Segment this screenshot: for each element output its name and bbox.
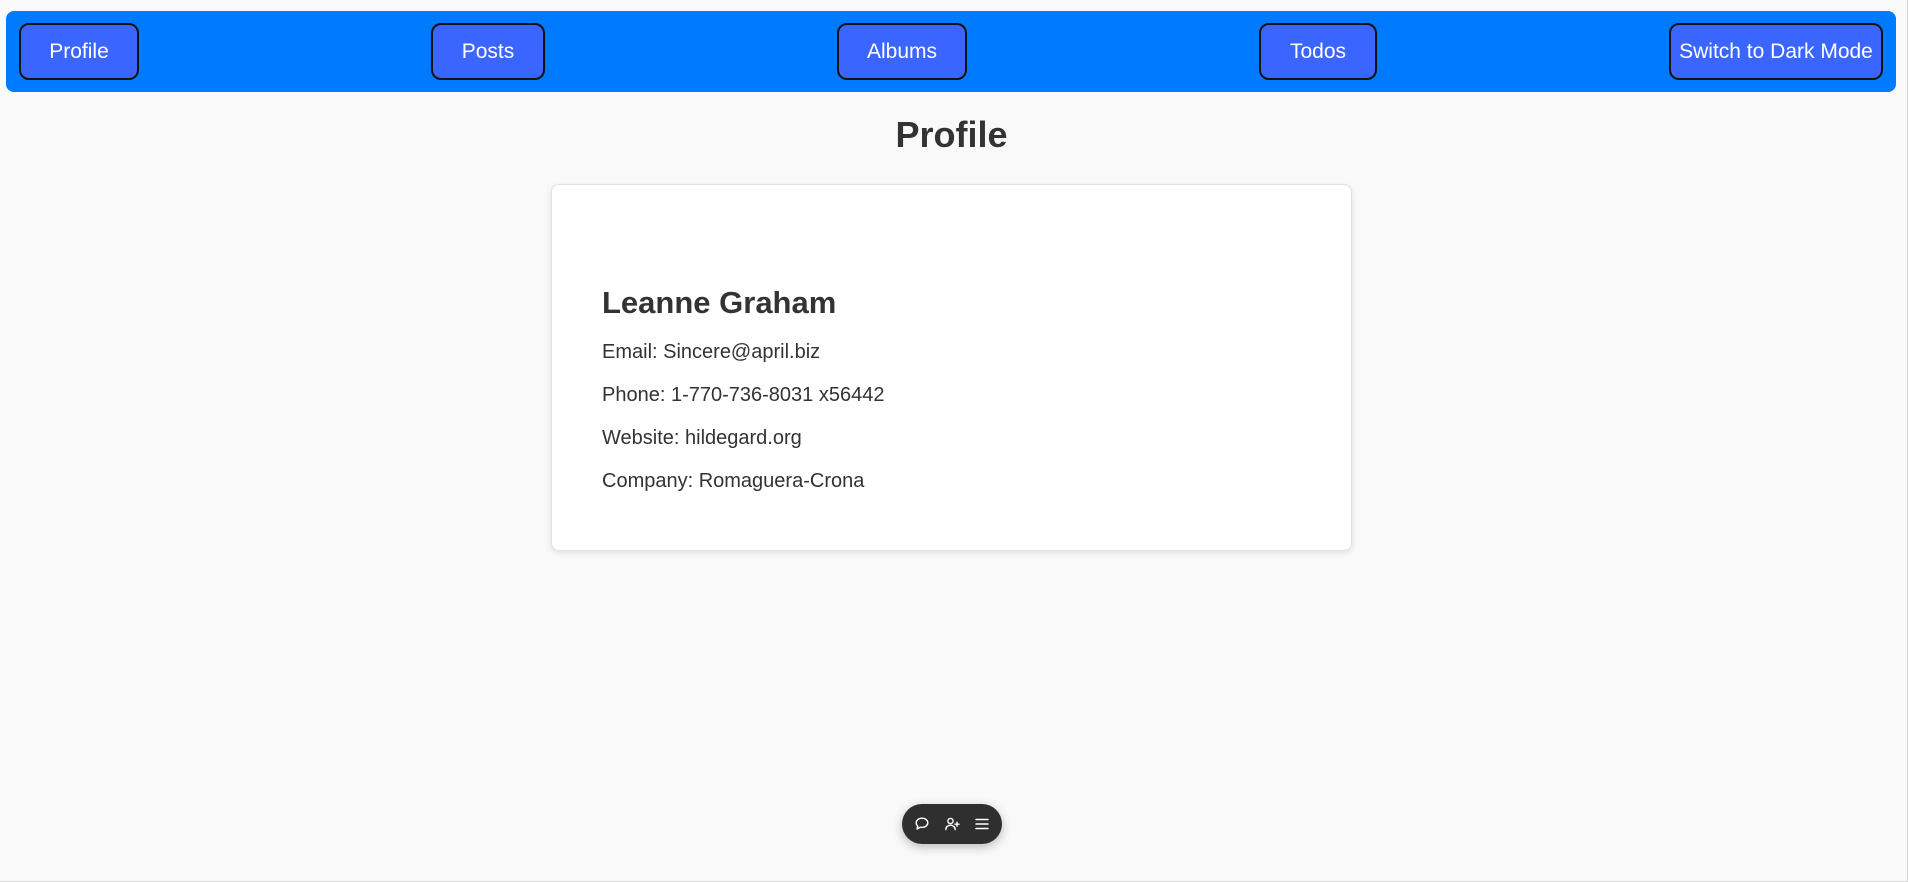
floating-toolbar (902, 804, 1002, 844)
nav-albums-button[interactable]: Albums (837, 23, 967, 80)
profile-name: Leanne Graham (602, 285, 837, 320)
page-title: Profile (895, 114, 1008, 155)
top-navbar: Profile Posts Albums Todos Switch to Dar… (6, 11, 1896, 92)
profile-company: Company: Romaguera-Crona (602, 470, 865, 492)
add-user-icon[interactable] (942, 814, 962, 834)
dark-mode-toggle-button[interactable]: Switch to Dark Mode (1669, 23, 1883, 80)
menu-icon[interactable] (972, 814, 992, 834)
profile-phone: Phone: 1-770-736-8031 x56442 (602, 384, 885, 406)
nav-posts-button[interactable]: Posts (431, 23, 545, 80)
profile-card: Leanne Graham Email: Sincere@april.biz P… (551, 184, 1352, 551)
profile-email: Email: Sincere@april.biz (602, 341, 821, 363)
comment-icon[interactable] (912, 814, 932, 834)
nav-profile-button[interactable]: Profile (19, 23, 139, 80)
nav-todos-button[interactable]: Todos (1259, 23, 1377, 80)
profile-website: Website: hildegard.org (602, 427, 802, 449)
